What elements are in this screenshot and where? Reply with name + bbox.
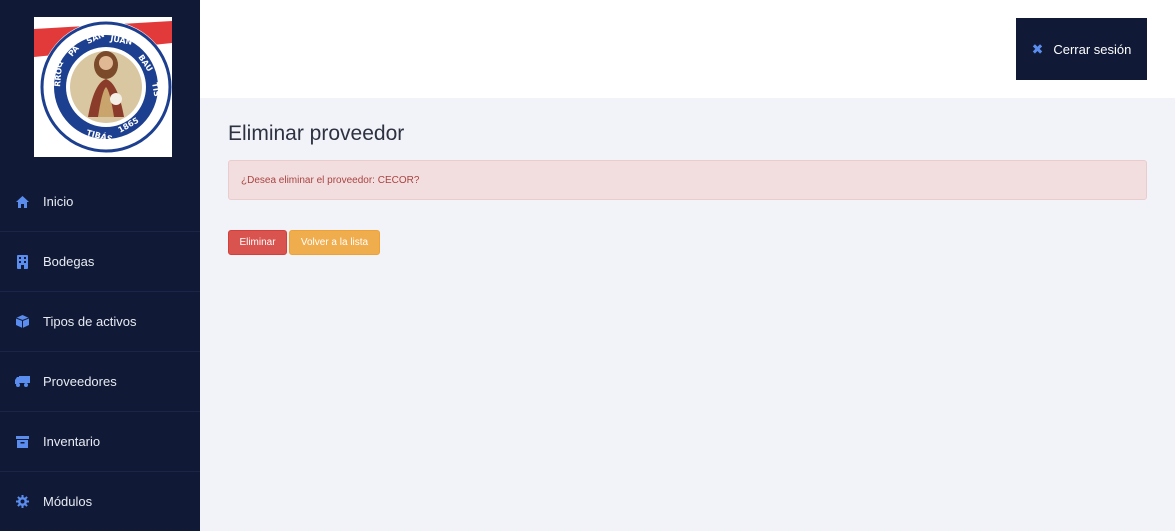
parish-seal-icon: PA SAN JUAN BAU TIS RROQ TIBÁS, 1865 [34, 21, 172, 153]
archive-icon [14, 434, 30, 450]
gear-icon [14, 494, 30, 510]
home-icon [14, 194, 30, 210]
logout-button[interactable]: ✖ Cerrar sesión [1016, 18, 1147, 80]
sidebar-item-modulos[interactable]: Módulos [0, 472, 200, 531]
sidebar-item-bodegas[interactable]: Bodegas [0, 232, 200, 292]
sidebar-item-proveedores[interactable]: Proveedores [0, 352, 200, 412]
form-actions: Eliminar Volver a la lista [228, 230, 1148, 255]
cube-icon [14, 314, 30, 330]
sidebar-item-label: Tipos de activos [43, 314, 137, 329]
close-icon: ✖ [1031, 40, 1044, 57]
sidebar-item-inventario[interactable]: Inventario [0, 412, 200, 472]
page-title: Eliminar proveedor [228, 122, 405, 145]
truck-icon [14, 374, 30, 390]
parish-logo: PA SAN JUAN BAU TIS RROQ TIBÁS, 1865 PAR… [34, 17, 172, 157]
sidebar-item-label: Inicio [43, 194, 74, 209]
logout-label: Cerrar sesión [1053, 41, 1132, 57]
sidebar-item-label: Inventario [43, 434, 101, 449]
delete-button[interactable]: Eliminar [228, 230, 287, 255]
building-icon [14, 254, 30, 270]
sidebar-item-inicio[interactable]: Inicio [0, 172, 200, 232]
sidebar-item-label: Bodegas [43, 254, 95, 269]
sidebar-item-label: Módulos [43, 494, 93, 509]
sidebar-item-tipos-de-activos[interactable]: Tipos de activos [0, 292, 200, 352]
sidebar-nav: Inicio Bodegas Tipos de activos Proveedo… [0, 172, 200, 531]
main-content: Eliminar proveedor ¿Desea eliminar el pr… [228, 98, 1148, 255]
logo-seal-text: PARROQUIA SAN JUAN BAUTISTA TIBÁS, 1865 [34, 157, 35, 158]
top-header: ✖ Cerrar sesión [200, 0, 1175, 98]
alert-message: ¿Desea eliminar el proveedor: CECOR? [241, 174, 420, 186]
back-to-list-button[interactable]: Volver a la lista [289, 230, 380, 255]
confirm-alert: ¿Desea eliminar el proveedor: CECOR? [228, 160, 1147, 200]
sidebar: PA SAN JUAN BAU TIS RROQ TIBÁS, 1865 PAR… [0, 0, 200, 531]
sidebar-item-label: Proveedores [43, 374, 117, 389]
